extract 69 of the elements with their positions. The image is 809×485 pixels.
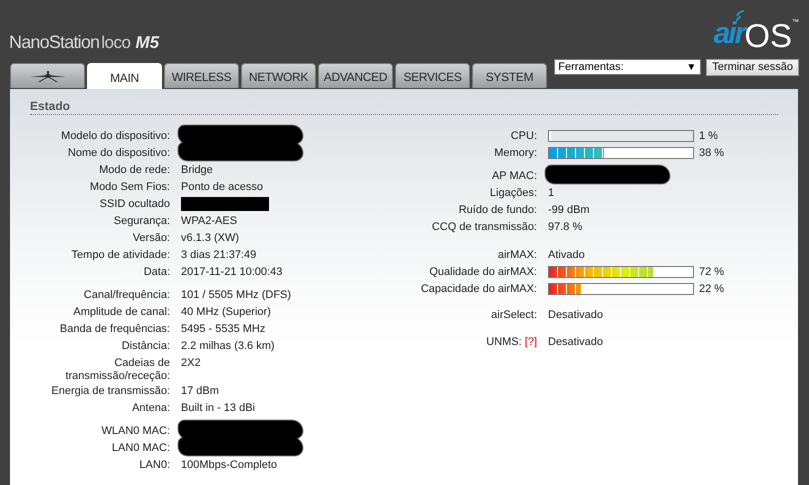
field-value: 2.2 milhas (3.6 km) — [181, 339, 275, 353]
field-value: 97.8 % — [548, 220, 582, 234]
field-label: Ligações: — [488, 186, 538, 200]
field-label: Nome do dispositivo: — [66, 146, 171, 160]
field-label: Canal/frequência: — [82, 288, 171, 302]
field-label: Energia de transmissão: — [50, 384, 171, 398]
logout-button[interactable]: Terminar sessão — [706, 59, 799, 76]
field-label: Ruído de fundo: — [458, 203, 538, 217]
field-label: Tempo de atividade: — [70, 248, 171, 262]
nav-tab[interactable]: SYSTEM — [472, 63, 547, 88]
field-label: Antena: — [131, 401, 171, 415]
nav-tab[interactable]: WIRELESS — [164, 63, 239, 88]
field-label: Distância: — [120, 339, 171, 353]
field-label: airMAX: — [496, 248, 538, 262]
field-label: Memory: — [493, 146, 538, 160]
field-value: 40 MHz (Superior) — [181, 305, 271, 319]
meter-reading: 38 % — [698, 146, 724, 159]
field-value: -99 dBm — [548, 203, 590, 217]
nav-tab[interactable]: ADVANCED — [318, 63, 393, 88]
field-value: Built in - 13 dBi — [181, 401, 255, 415]
field-value: v6.1.3 (XW) — [181, 231, 240, 245]
field-value: 1 — [548, 186, 554, 200]
meter-reading: 1 % — [698, 129, 718, 142]
field-value: Desativado — [548, 308, 604, 322]
field-label: CPU: — [510, 129, 538, 143]
field-label: UNMS: [?] — [485, 335, 538, 349]
field-value: 2X2 — [181, 356, 201, 370]
field-value: Ativado — [548, 248, 585, 262]
field-label: SSID ocultado — [98, 197, 171, 211]
nav-tab[interactable]: SERVICES — [395, 63, 470, 88]
field-value: Bridge — [181, 163, 213, 177]
field-label: Capacidade do airMAX: — [420, 282, 538, 296]
field-label: Modo Sem Fios: — [88, 180, 171, 194]
field-label: Banda de frequências: — [58, 322, 171, 336]
field-value: 2017-11-21 10:00:43 — [181, 265, 282, 279]
field-label: Data: — [142, 265, 171, 279]
meter-reading: 72 % — [698, 265, 724, 278]
field-label: Modo de rede: — [98, 163, 171, 177]
nav-tab[interactable]: NETWORK — [241, 63, 316, 88]
field-label: airSelect: — [490, 308, 538, 322]
field-value: WPA2-AES — [181, 214, 238, 228]
tools-dropdown[interactable]: Ferramentas: ▼ — [554, 59, 702, 75]
field-label: AP MAC: — [490, 169, 538, 183]
help-link[interactable]: [?] — [524, 336, 537, 348]
field-label: LAN0: — [138, 458, 171, 472]
field-label: LAN0 MAC: — [110, 441, 171, 455]
field-value: Desativado — [548, 335, 604, 349]
meter-reading: 22 % — [698, 282, 724, 295]
home-tab[interactable] — [10, 63, 85, 88]
product-variant: loco — [101, 33, 130, 53]
section-title: Estado — [30, 97, 778, 115]
field-value: Ponto de acesso — [181, 180, 263, 194]
field-label: Modelo do dispositivo: — [60, 129, 171, 143]
field-value: 5495 - 5535 MHz — [181, 322, 266, 336]
field-label: Segurança: — [112, 214, 171, 228]
product-model: M5 — [135, 33, 160, 53]
field-value: 100Mbps-Completo — [181, 458, 277, 472]
field-value: 3 dias 21:37:49 — [181, 248, 256, 262]
field-value: 101 / 5505 MHz (DFS) — [181, 288, 292, 302]
field-value: 17 dBm — [181, 384, 219, 398]
product-name: NanoStation — [9, 32, 100, 53]
field-label: WLAN0 MAC: — [100, 424, 171, 438]
field-label: CCQ de transmissão: — [430, 220, 538, 234]
field-label: Qualidade do airMAX: — [428, 265, 538, 279]
logo-prefix: air — [714, 19, 744, 49]
nav-tab[interactable]: MAIN — [87, 63, 162, 89]
field-label: Amplitude de canal: — [72, 305, 171, 319]
field-label: Versão: — [132, 231, 171, 245]
field-label: Cadeias de transmissão/receção: — [64, 356, 171, 383]
